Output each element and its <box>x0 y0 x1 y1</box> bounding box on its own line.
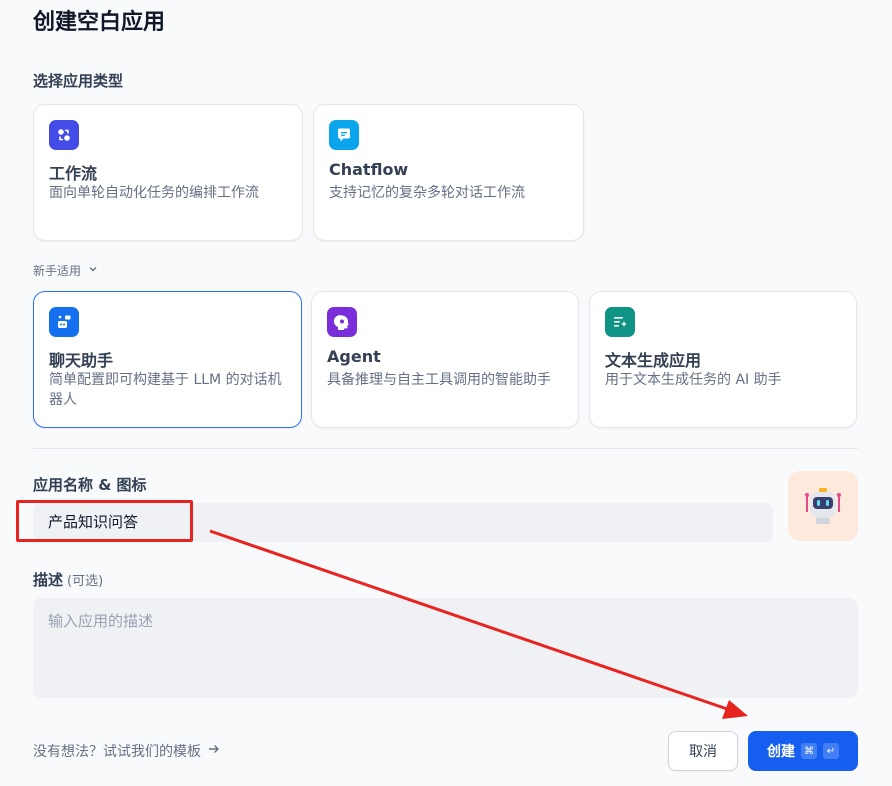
enter-key-icon: ↵ <box>823 743 839 759</box>
select-type-label: 选择应用类型 <box>33 72 124 90</box>
app-type-card-chatflow[interactable]: Chatflow 支持记忆的复杂多轮对话工作流 <box>313 104 584 241</box>
divider <box>33 448 858 449</box>
card-title: 文本生成应用 <box>605 351 702 370</box>
beginner-toggle[interactable]: 新手适用 <box>33 262 99 279</box>
description-textarea[interactable]: 输入应用的描述 <box>33 598 858 698</box>
name-icon-label: 应用名称 & 图标 <box>33 476 147 494</box>
chatbot-icon <box>49 307 79 337</box>
chatflow-icon <box>329 120 359 150</box>
arrow-right-icon <box>207 742 221 760</box>
template-link[interactable]: 没有想法？试试我们的模板 <box>33 741 221 761</box>
app-type-card-text-generation[interactable]: 文本生成应用 用于文本生成任务的 AI 助手 <box>589 291 857 428</box>
app-icon-picker[interactable] <box>788 471 858 541</box>
create-button[interactable]: 创建 ⌘ ↵ <box>748 731 858 771</box>
cancel-button[interactable]: 取消 <box>668 731 738 771</box>
description-optional-text: (可选) <box>67 574 104 589</box>
chevron-down-icon <box>87 263 99 278</box>
card-title: 工作流 <box>49 164 98 183</box>
card-title: Agent <box>327 347 381 366</box>
card-description: 支持记忆的复杂多轮对话工作流 <box>329 185 525 201</box>
template-link-text: 没有想法？试试我们的模板 <box>33 744 201 760</box>
card-title: 聊天助手 <box>49 351 114 370</box>
description-label-text: 描述 <box>33 571 64 589</box>
cmd-key-icon: ⌘ <box>801 743 817 759</box>
app-type-card-agent[interactable]: Agent 具备推理与自主工具调用的智能助手 <box>311 291 579 428</box>
create-button-label: 创建 <box>767 744 795 760</box>
card-description: 具备推理与自主工具调用的智能助手 <box>327 372 551 388</box>
workflow-icon <box>49 120 79 150</box>
beginner-label: 新手适用 <box>33 264 82 278</box>
app-type-card-workflow[interactable]: 工作流 面向单轮自动化任务的编排工作流 <box>33 104 303 241</box>
text-gen-icon <box>605 307 635 337</box>
app-type-card-chatbot[interactable]: 聊天助手 简单配置即可构建基于 LLM 的对话机器人 <box>33 291 302 428</box>
robot-avatar-icon <box>805 488 841 524</box>
card-description: 面向单轮自动化任务的编排工作流 <box>49 185 259 201</box>
card-title: Chatflow <box>329 160 409 179</box>
card-description: 用于文本生成任务的 AI 助手 <box>605 372 782 388</box>
agent-icon <box>327 307 357 337</box>
description-label: 描述 (可选) <box>33 569 103 590</box>
app-name-input[interactable]: 产品知识问答 <box>33 503 773 542</box>
dialog-title: 创建空白应用 <box>33 10 166 35</box>
card-description: 简单配置即可构建基于 LLM 的对话机器人 <box>49 372 282 408</box>
